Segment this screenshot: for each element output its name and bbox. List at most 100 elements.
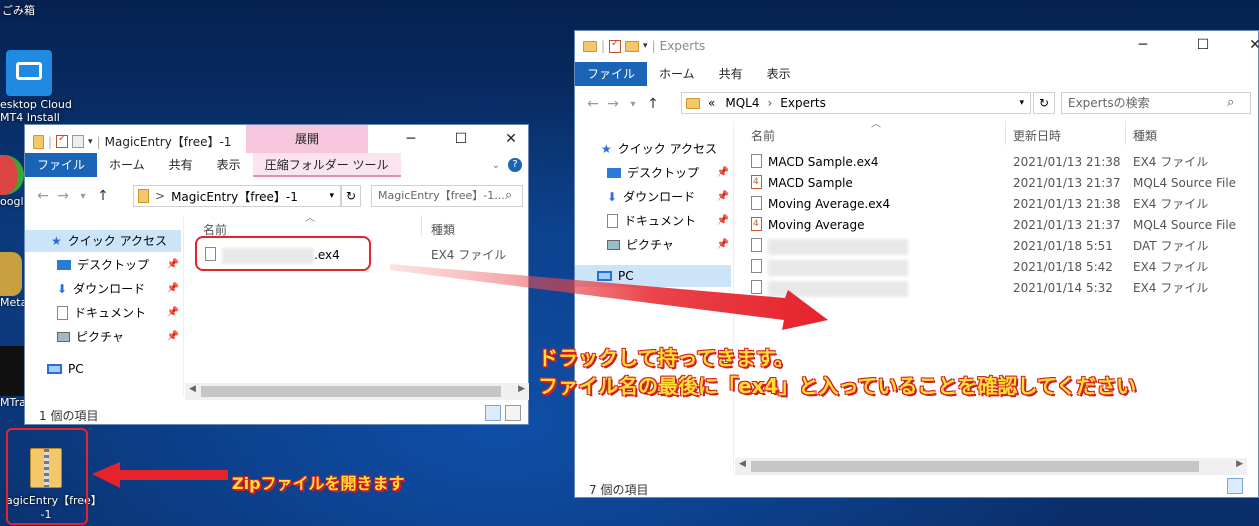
scroll-left-icon[interactable]: ◀ xyxy=(739,459,746,469)
column-date[interactable]: 更新日時 xyxy=(1013,127,1061,144)
large-icons-view-icon[interactable] xyxy=(505,405,521,421)
file-row[interactable]: Moving Average xyxy=(751,214,864,236)
file-row[interactable]: Moving Average.ex4 xyxy=(751,194,890,215)
close-button[interactable]: ✕ xyxy=(503,131,519,147)
scroll-right-icon[interactable]: ▶ xyxy=(518,384,525,394)
pin-icon[interactable]: 📌 xyxy=(167,254,179,276)
address-zip-icon xyxy=(138,189,149,203)
chrome-icon xyxy=(0,155,24,195)
pin-icon[interactable]: 📌 xyxy=(717,162,729,184)
tab-share[interactable]: 共有 xyxy=(707,62,755,86)
file-row[interactable]: MACD Sample xyxy=(751,172,853,194)
breadcrumb-mql4[interactable]: MQL4 xyxy=(725,96,759,110)
tab-file[interactable]: ファイル xyxy=(25,153,98,177)
minimize-button[interactable]: ─ xyxy=(1135,37,1151,53)
scroll-right-icon[interactable]: ▶ xyxy=(1236,459,1243,469)
search-icon: ⌕ xyxy=(505,188,513,203)
address-dropdown-icon[interactable]: ▾ xyxy=(1019,98,1024,108)
horizontal-scrollbar[interactable]: ◀ ▶ xyxy=(735,458,1247,475)
address-bar[interactable]: « MQL4 › Experts ▾ xyxy=(681,92,1031,114)
desktop-icon xyxy=(607,168,621,178)
breadcrumb-experts[interactable]: Experts xyxy=(780,96,826,110)
cloud-app-icon xyxy=(6,50,52,96)
scroll-thumb[interactable] xyxy=(201,386,501,397)
tab-compressed-folder-tools[interactable]: 圧縮フォルダー ツール xyxy=(252,153,401,177)
up-arrow-icon[interactable]: ↑ xyxy=(643,96,663,112)
blank-doc-icon[interactable] xyxy=(72,135,85,148)
quick-access-caret-icon[interactable]: ▾ xyxy=(88,137,93,147)
nav-quick-access[interactable]: ★ クイック アクセス xyxy=(601,138,717,160)
nav-pictures[interactable]: ピクチャ 📌 xyxy=(57,326,179,348)
drag-arrow xyxy=(390,264,828,330)
tab-file[interactable]: ファイル xyxy=(575,62,648,86)
back-arrow-icon[interactable]: ← xyxy=(33,188,53,204)
refresh-button[interactable]: ↻ xyxy=(1033,92,1055,114)
address-dropdown-icon[interactable]: ▾ xyxy=(329,191,334,201)
nav-desktop[interactable]: デスクトップ 📌 xyxy=(607,162,729,184)
desktop-cloud-shortcut[interactable]: esktop Cloud MT4 Install xyxy=(0,50,72,124)
help-icon[interactable]: ? xyxy=(508,158,522,172)
pin-icon[interactable]: 📌 xyxy=(717,186,729,208)
recent-caret-icon[interactable]: ▾ xyxy=(623,99,643,110)
nav-quick-access[interactable]: ★ クイック アクセス xyxy=(25,230,181,252)
tab-view[interactable]: 表示 xyxy=(205,153,253,177)
pin-icon[interactable]: 📌 xyxy=(167,302,179,324)
breadcrumb-zip[interactable]: MagicEntry【free】-1 xyxy=(171,188,298,205)
details-view-icon[interactable] xyxy=(1227,478,1243,494)
nav-desktop[interactable]: デスクトップ 📌 xyxy=(57,254,179,276)
search-input[interactable]: MagicEntry【free】-1... xyxy=(371,185,523,207)
tab-home[interactable]: ホーム xyxy=(647,62,707,86)
zip-titlebar: | ▾ | MagicEntry【free】-1 展開 ─ ☐ ✕ xyxy=(25,125,528,155)
pin-icon[interactable]: 📌 xyxy=(717,210,729,232)
address-bar[interactable]: > MagicEntry【free】-1 ▾ xyxy=(133,185,341,207)
up-arrow-icon[interactable]: ↑ xyxy=(93,188,113,204)
ribbon-tabs: ファイル ホーム 共有 表示 圧縮フォルダー ツール ⌄ ? xyxy=(25,153,528,177)
nav-documents[interactable]: ドキュメント 📌 xyxy=(57,302,179,324)
nav-downloads[interactable]: ⬇ ダウンロード 📌 xyxy=(607,186,729,208)
properties-icon[interactable] xyxy=(56,133,69,148)
nav-documents[interactable]: ドキュメント 📌 xyxy=(607,210,729,232)
document-icon xyxy=(607,214,618,228)
forward-arrow-icon[interactable]: → xyxy=(53,188,73,204)
tab-home[interactable]: ホーム xyxy=(97,153,157,177)
tab-share[interactable]: 共有 xyxy=(157,153,205,177)
pictures-icon xyxy=(607,240,620,250)
scroll-left-icon[interactable]: ◀ xyxy=(189,384,196,394)
file-icon xyxy=(751,196,762,210)
nav-pc[interactable]: PC xyxy=(47,358,84,380)
minimize-button[interactable]: ─ xyxy=(403,131,419,147)
scroll-thumb[interactable] xyxy=(751,461,1199,472)
folder-icon xyxy=(583,40,597,52)
column-type[interactable]: 種類 xyxy=(1133,127,1157,144)
context-tab-extract[interactable]: 展開 xyxy=(246,125,368,153)
tab-view[interactable]: 表示 xyxy=(755,62,803,86)
recycle-bin-label[interactable]: ごみ箱 xyxy=(2,2,35,18)
expand-ribbon-icon[interactable]: ⌄ xyxy=(492,160,500,171)
close-button[interactable]: ✕ xyxy=(1247,37,1259,53)
refresh-button[interactable]: ↻ xyxy=(341,185,361,207)
column-name[interactable]: 名前 xyxy=(751,127,775,144)
horizontal-scrollbar[interactable]: ◀ ▶ xyxy=(185,383,529,400)
details-view-icon[interactable] xyxy=(485,405,501,421)
properties-icon[interactable] xyxy=(609,38,622,53)
back-arrow-icon[interactable]: ← xyxy=(583,96,603,112)
column-type[interactable]: 種類 xyxy=(431,221,455,238)
search-input[interactable]: Expertsの検索 xyxy=(1061,92,1251,114)
refresh-icon: ↻ xyxy=(1038,96,1050,110)
pin-icon[interactable]: 📌 xyxy=(167,278,179,300)
pane-divider xyxy=(183,215,184,395)
drag-instruction-line1: ドラックして持ってきます。 xyxy=(538,346,794,370)
maximize-button[interactable]: ☐ xyxy=(1195,37,1211,53)
maximize-button[interactable]: ☐ xyxy=(453,131,469,147)
pin-icon[interactable]: 📌 xyxy=(167,326,179,348)
ribbon-tabs: ファイル ホーム 共有 表示 xyxy=(575,62,1258,86)
quick-access-caret-icon[interactable]: ▾ xyxy=(643,41,648,51)
mtrade-icon xyxy=(0,346,24,396)
file-row[interactable]: MACD Sample.ex4 xyxy=(751,152,879,173)
new-folder-icon[interactable] xyxy=(625,40,640,52)
recent-caret-icon[interactable]: ▾ xyxy=(73,191,93,202)
sort-caret-icon: ︿ xyxy=(305,213,315,224)
forward-arrow-icon[interactable]: → xyxy=(603,96,623,112)
nav-downloads[interactable]: ⬇ ダウンロード 📌 xyxy=(57,278,179,300)
download-icon: ⬇ xyxy=(57,282,68,296)
